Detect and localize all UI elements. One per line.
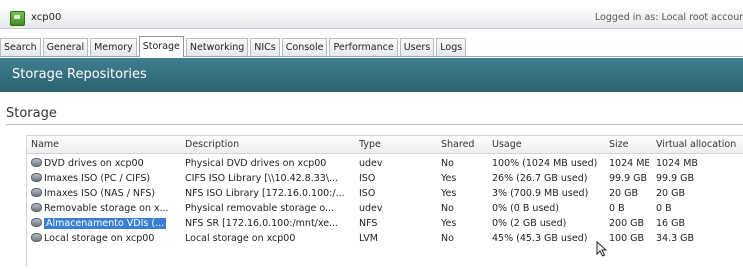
row-shared-cell: No [441,203,454,214]
table-row[interactable]: Imaxes ISO (PC / CIFS) CIFS ISO Library … [27,171,743,186]
column-header-size[interactable]: Size [609,137,649,152]
row-usage-cell: 0% (2 GB used) [492,218,567,229]
row-name-cell: Imaxes ISO (PC / CIFS) [31,171,178,186]
disk-icon [31,188,42,197]
table-row-selected[interactable]: Almacenamento VDIs (... NFS SR [172.16.0… [27,216,743,231]
row-name-cell: Local storage on xcp00 [31,231,178,246]
title-bar: xcp00 Logged in as: Local root account [0,9,743,29]
server-icon [10,11,25,26]
tab-general[interactable]: General [42,38,89,56]
row-usage-cell: 0% (0 B used) [492,203,559,214]
row-description-cell: CIFS ISO Library [\\10.42.8.33\... [185,173,339,184]
row-virtual-allocation-cell: 20 GB [656,188,685,199]
row-name-cell: Imaxes ISO (NAS / NFS) [31,186,178,201]
row-name-cell: Almacenamento VDIs (... [31,216,178,231]
row-name-cell: Removable storage on x... [31,201,178,216]
column-header-name[interactable]: Name [31,137,178,152]
tab-performance[interactable]: Performance [329,38,398,56]
row-size-cell: 200 GB [609,218,645,229]
section-title: Storage [6,106,57,121]
tab-nics[interactable]: NICs [250,38,280,56]
row-usage-cell: 100% (1024 MB used) [492,158,598,169]
tab-search[interactable]: Search [0,38,41,56]
row-shared-cell: Yes [441,173,457,184]
row-type-cell: udev [359,203,383,214]
table-row[interactable]: DVD drives on xcp00 Physical DVD drives … [27,156,743,171]
storage-repositories-banner: Storage Repositories [0,58,743,92]
tab-memory[interactable]: Memory [90,38,137,56]
row-description-cell: Physical removable storage o... [185,203,335,214]
table-row[interactable]: Removable storage on x... Physical remov… [27,201,743,216]
row-virtual-allocation-cell: 16 GB [656,218,685,229]
column-header-description[interactable]: Description [185,137,352,152]
row-shared-cell: Yes [441,218,457,229]
tab-networking[interactable]: Networking [185,38,249,56]
row-virtual-allocation-cell: 0 B [656,203,672,214]
row-name-cell: DVD drives on xcp00 [31,156,178,171]
disk-icon [31,158,42,167]
table-row[interactable]: Imaxes ISO (NAS / NFS) NFS ISO Library [… [27,186,743,201]
row-description-cell: NFS ISO Library [172.16.0.100:/... [185,188,345,199]
row-type-cell: udev [359,158,383,169]
row-description-cell: Local storage on xcp00 [185,233,296,244]
row-size-cell: 99.9 GB [609,173,648,184]
column-header-shared[interactable]: Shared [441,137,491,152]
host-name: xcp00 [31,12,62,23]
row-type-cell: NFS [359,218,378,229]
row-size-cell: 0 B [609,203,625,214]
row-usage-cell: 26% (26.7 GB used) [492,173,588,184]
row-description-cell: Physical DVD drives on xcp00 [185,158,327,169]
row-shared-cell: Yes [441,188,457,199]
tab-console[interactable]: Console [281,38,328,56]
disk-icon [31,218,42,227]
row-virtual-allocation-cell: 99.9 GB [656,173,695,184]
section-divider [6,124,743,125]
row-size-cell: 20 GB [609,188,638,199]
table-row[interactable]: Local storage on xcp00 Local storage on … [27,231,743,246]
row-virtual-allocation-cell: 1024 MB [656,158,698,169]
row-shared-cell: No [441,158,454,169]
disk-icon [31,173,42,182]
disk-icon [31,203,42,212]
row-description-cell: NFS SR [172.16.0.100:/mnt/xe... [185,218,339,229]
row-shared-cell: No [441,233,454,244]
column-header-virtual-allocation[interactable]: Virtual allocation [656,137,743,152]
login-status: Logged in as: Local root account [594,12,743,23]
row-type-cell: LVM [359,233,378,244]
row-usage-cell: 3% (700.9 MB used) [492,188,589,199]
column-header-type[interactable]: Type [359,137,439,152]
disk-icon [31,233,42,242]
tab-storage[interactable]: Storage [138,36,184,57]
mouse-pointer-icon [596,241,608,257]
row-virtual-allocation-cell: 34.3 GB [656,233,695,244]
banner-title: Storage Repositories [12,67,147,82]
row-size-cell: 1024 MB [609,158,649,169]
tab-bar: Search General Memory Storage Networking… [0,36,743,57]
table-header: Name Description Type Shared Usage Size … [27,136,743,154]
tab-users[interactable]: Users [399,38,435,56]
tab-logs[interactable]: Logs [436,38,467,56]
storage-table: Name Description Type Shared Usage Size … [26,135,743,266]
row-type-cell: ISO [359,173,376,184]
row-size-cell: 100 GB [609,233,645,244]
row-type-cell: ISO [359,188,376,199]
column-header-usage[interactable]: Usage [492,137,605,152]
row-usage-cell: 45% (45.3 GB used) [492,233,588,244]
